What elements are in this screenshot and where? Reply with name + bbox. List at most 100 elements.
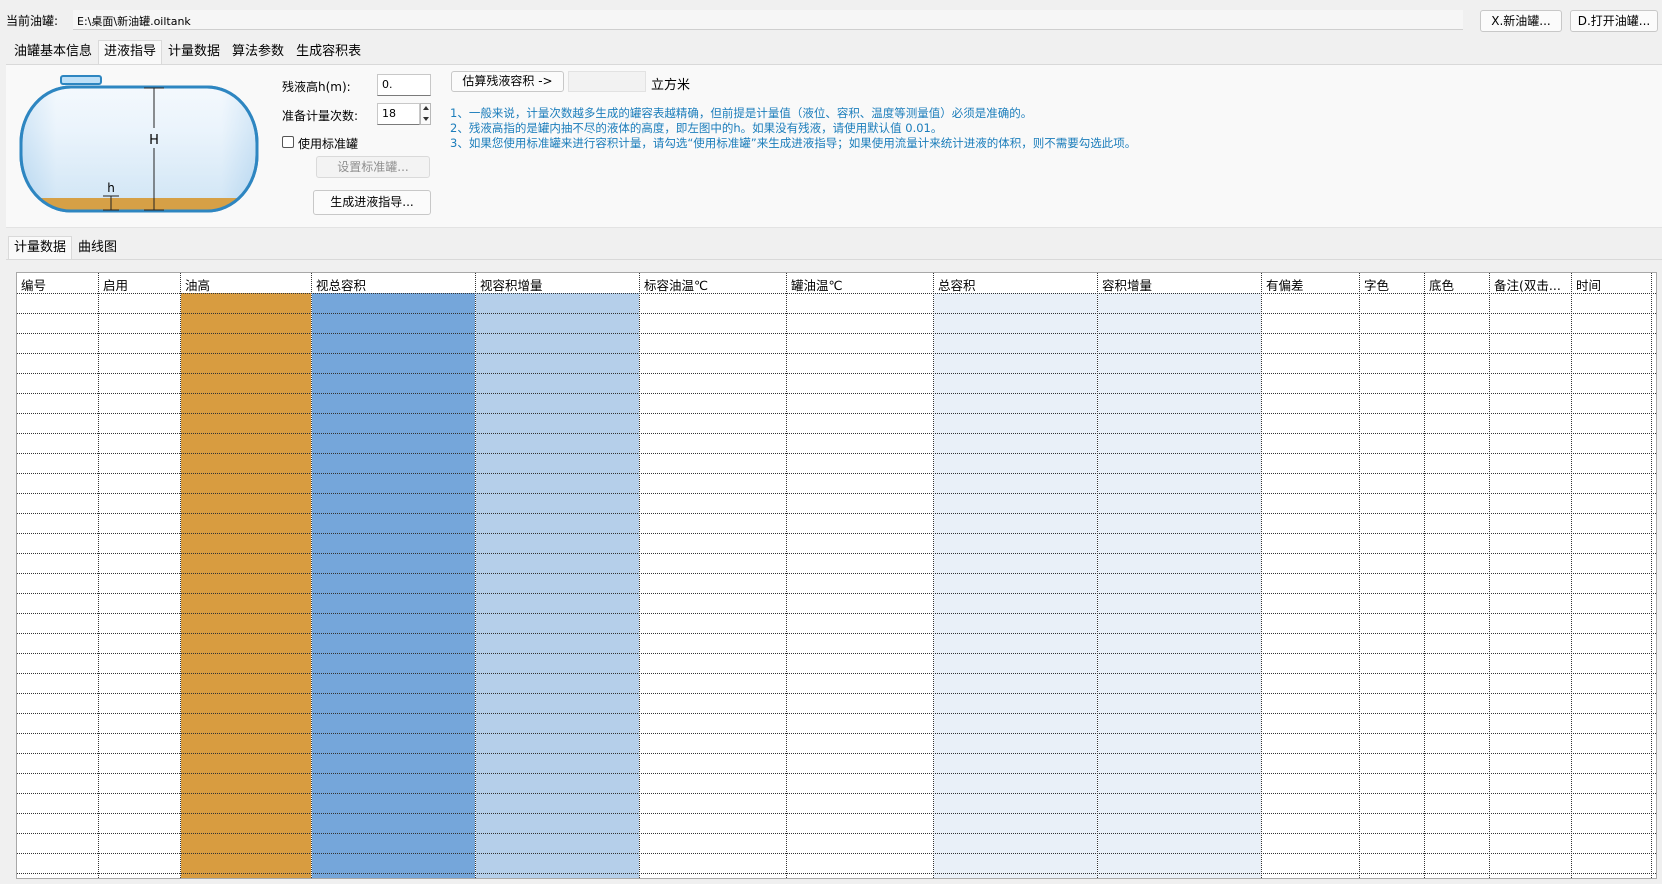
- grid-column-body[interactable]: [1425, 293, 1489, 878]
- column-header[interactable]: 启用: [103, 275, 179, 294]
- tab-measure-data[interactable]: 计量数据: [162, 40, 226, 62]
- count-input[interactable]: 18: [377, 103, 420, 125]
- grid-row-line: [17, 733, 1656, 734]
- current-tank-path-field[interactable]: E:\桌面\新油罐.oiltank: [73, 10, 1463, 30]
- column-header[interactable]: 容积增量: [1102, 275, 1260, 294]
- column-header[interactable]: 视容积增量: [480, 275, 638, 294]
- grid-column-body[interactable]: [1262, 293, 1359, 878]
- grid-column[interactable]: 底色: [1425, 273, 1490, 878]
- tab-algorithm-params[interactable]: 算法参数: [226, 40, 290, 62]
- grid-column[interactable]: 编号: [17, 273, 99, 878]
- use-standard-checkbox[interactable]: [282, 136, 294, 148]
- tab-fill-guide[interactable]: 进液指导: [98, 40, 163, 64]
- grid-column-body[interactable]: [17, 293, 98, 878]
- grid-column-body[interactable]: [934, 293, 1097, 878]
- grid-column[interactable]: 容积增量: [1098, 273, 1262, 878]
- grid-row-line: [17, 433, 1656, 434]
- estimate-result-field: [568, 71, 646, 92]
- grid-column-body[interactable]: [1360, 293, 1424, 878]
- grid-row-line: [17, 753, 1656, 754]
- grid-row-line: [17, 813, 1656, 814]
- column-header[interactable]: 字色: [1364, 275, 1423, 294]
- grid-row-line: [17, 773, 1656, 774]
- grid-column-body[interactable]: [312, 293, 475, 878]
- current-tank-label: 当前油罐:: [6, 14, 59, 28]
- residual-height-label: 残液高h(m):: [282, 80, 351, 94]
- generate-guide-button[interactable]: 生成进液指导...: [313, 190, 431, 215]
- grid-row-line: [17, 353, 1656, 354]
- grid-column-body[interactable]: [99, 293, 180, 878]
- column-header[interactable]: 编号: [21, 275, 97, 294]
- grid-column-body[interactable]: [181, 293, 311, 878]
- grid-column-body[interactable]: [1490, 293, 1571, 878]
- subtab-measure-data[interactable]: 计量数据: [8, 236, 73, 260]
- spin-down-icon[interactable]: [423, 117, 429, 121]
- tank-diagram: H h: [19, 75, 259, 213]
- tab-generate-table[interactable]: 生成容积表: [290, 40, 367, 62]
- measure-data-grid[interactable]: 编号 启用 油高 视总容积 视容积增量 标容油温℃ 罐油温℃ 总容积 容积增量 有偏差 字色 底色 备注…: [16, 272, 1657, 879]
- grid-column-body[interactable]: [1572, 293, 1651, 878]
- grid-column[interactable]: 时间: [1572, 273, 1652, 878]
- grid-row-line: [17, 653, 1656, 654]
- use-standard-label: 使用标准罐: [298, 137, 359, 151]
- grid-row-line: [17, 673, 1656, 674]
- grid-column[interactable]: 视容积增量: [476, 273, 640, 878]
- column-header[interactable]: 油高: [185, 275, 310, 294]
- grid-row-line: [17, 533, 1656, 534]
- grid-row-line: [17, 393, 1656, 394]
- subtab-divider: [6, 259, 1662, 260]
- tab-basic-info[interactable]: 油罐基本信息: [8, 40, 98, 62]
- grid-row-line: [17, 333, 1656, 334]
- subtab-curve-chart[interactable]: 曲线图: [72, 236, 123, 258]
- grid-column[interactable]: 有偏差: [1262, 273, 1360, 878]
- grid-row-line: [17, 713, 1656, 714]
- open-tank-button[interactable]: D.打开油罐...: [1570, 10, 1658, 32]
- grid-column[interactable]: 标容油温℃: [640, 273, 787, 878]
- column-header[interactable]: 时间: [1576, 275, 1650, 294]
- grid-column[interactable]: 视总容积: [312, 273, 476, 878]
- count-label: 准备计量次数:: [282, 109, 359, 123]
- grid-row-line: [17, 453, 1656, 454]
- grid-column-body[interactable]: [476, 293, 639, 878]
- hint-1: 1、一般来说，计量次数越多生成的罐容表越精确，但前提是计量值（液位、容积、温度等…: [450, 106, 1033, 120]
- grid-row-line: [17, 553, 1656, 554]
- grid-row-line: [17, 613, 1656, 614]
- column-header[interactable]: 有偏差: [1266, 275, 1358, 294]
- height-h-label: h: [107, 181, 115, 195]
- grid-column[interactable]: 启用: [99, 273, 181, 878]
- grid-row-line: [17, 493, 1656, 494]
- residual-height-input[interactable]: 0.: [377, 74, 431, 96]
- column-header[interactable]: 总容积: [938, 275, 1096, 294]
- grid-column[interactable]: 油高: [181, 273, 312, 878]
- column-header[interactable]: 标容油温℃: [644, 275, 785, 294]
- grid-row-line: [17, 693, 1656, 694]
- column-header[interactable]: 罐油温℃: [791, 275, 932, 294]
- column-header[interactable]: 备注(双击...: [1494, 275, 1570, 294]
- grid-column-body[interactable]: [787, 293, 933, 878]
- grid-column-body[interactable]: [640, 293, 786, 878]
- hint-2: 2、残液高指的是罐内抽不尽的液体的高度，即左图中的h。如果没有残液，请使用默认值…: [450, 121, 943, 135]
- height-H-label: H: [149, 133, 159, 148]
- grid-row-line: [17, 513, 1656, 514]
- grid-column[interactable]: 罐油温℃: [787, 273, 934, 878]
- column-header[interactable]: 视总容积: [316, 275, 474, 294]
- hint-3: 3、如果您使用标准罐来进行容积计量，请勾选“使用标准罐”来生成进液指导；如果使用…: [450, 136, 1137, 150]
- grid-row-line: [17, 853, 1656, 854]
- grid-row-line: [17, 593, 1656, 594]
- grid-column[interactable]: 字色: [1360, 273, 1425, 878]
- grid-row-line: [17, 793, 1656, 794]
- grid-row-line: [17, 573, 1656, 574]
- grid-row-line: [17, 833, 1656, 834]
- grid-row-line: [17, 633, 1656, 634]
- grid-column[interactable]: 总容积: [934, 273, 1098, 878]
- set-standard-button[interactable]: 设置标准罐...: [316, 156, 430, 178]
- tank-cap-icon: [60, 75, 102, 85]
- grid-column-body[interactable]: [1098, 293, 1261, 878]
- new-tank-button[interactable]: X.新油罐...: [1480, 10, 1562, 32]
- column-header[interactable]: 底色: [1429, 275, 1488, 294]
- grid-column[interactable]: 备注(双击...: [1490, 273, 1572, 878]
- grid-row-line: [17, 413, 1656, 414]
- count-spinner[interactable]: [420, 103, 431, 125]
- spin-up-icon[interactable]: [423, 106, 429, 110]
- estimate-residual-button[interactable]: 估算残液容积 ->: [451, 71, 564, 92]
